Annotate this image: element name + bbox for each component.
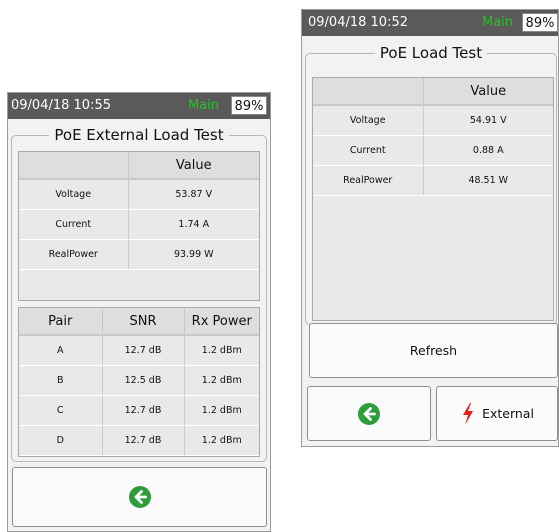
left-device-screen: 09/04/18 10:55 Main 89% PoE External Loa… [7,92,271,532]
rx-power-cell: 1.2 dBm [183,395,259,426]
row-value: 54.91 V [422,105,553,136]
table-header-label [313,78,423,106]
battery-indicator: 89% [522,13,558,32]
arrow-left-circle-icon [128,486,151,508]
table-header-value: Value [127,152,259,180]
rx-power-cell: 1.2 dBm [183,335,259,366]
right-device-screen: 09/04/18 10:52 Main 89% PoE Load Test Va… [301,9,559,447]
measurement-table: Value Voltage 54.91 V Current 0.88 A Rea… [313,78,553,196]
row-label: RealPower [313,165,423,196]
pair-table: Pair SNR Rx Power A 12.7 dB 1.2 dBm B 12… [19,308,259,456]
row-value: 53.87 V [127,179,259,210]
table-row: C 12.7 dB 1.2 dBm [19,395,259,426]
pair-cell: C [19,395,102,426]
page-title: PoE External Load Test [54,126,224,144]
table-row: RealPower 93.99 W [19,239,259,270]
table-header-label [19,152,128,180]
status-mode: Main [188,98,220,113]
table-row: RealPower 48.51 W [313,165,553,196]
lightning-bolt-icon [463,402,474,425]
snr-cell: 12.7 dB [101,425,184,456]
snr-cell: 12.7 dB [101,335,184,366]
status-mode: Main [482,15,514,30]
table-row: Voltage 53.87 V [19,179,259,210]
row-value: 93.99 W [127,239,259,270]
row-label: Current [19,209,128,240]
table-header-rx-power: Rx Power [183,308,259,336]
measurement-table-box: Value Voltage 54.91 V Current 0.88 A Rea… [312,77,554,321]
back-button[interactable] [307,386,431,441]
row-value: 1.74 A [127,209,259,240]
table-row: Voltage 54.91 V [313,105,553,136]
battery-indicator: 89% [231,96,267,115]
rx-power-cell: 1.2 dBm [183,425,259,456]
row-value: 0.88 A [422,135,553,166]
refresh-button[interactable]: Refresh [309,323,558,378]
table-row: A 12.7 dB 1.2 dBm [19,335,259,366]
back-button[interactable] [12,467,267,527]
arrow-left-circle-icon [358,402,380,425]
status-time: 09/04/18 10:52 [308,15,408,30]
row-value: 48.51 W [422,165,553,196]
pair-cell: B [19,365,102,396]
table-row: D 12.7 dB 1.2 dBm [19,425,259,456]
pair-cell: D [19,425,102,456]
pair-table-box: Pair SNR Rx Power A 12.7 dB 1.2 dBm B 12… [18,307,260,457]
table-row: Current 1.74 A [19,209,259,240]
measurement-table: Value Voltage 53.87 V Current 1.74 A Rea… [19,152,259,270]
refresh-label: Refresh [409,343,458,358]
pair-cell: A [19,335,102,366]
row-label: Current [313,135,423,166]
snr-cell: 12.5 dB [101,365,184,396]
table-row: Current 0.88 A [313,135,553,166]
rx-power-cell: 1.2 dBm [183,365,259,396]
status-bar: 09/04/18 10:55 Main 89% [8,93,270,119]
status-time: 09/04/18 10:55 [11,98,111,113]
status-bar: 09/04/18 10:52 Main 89% [302,10,558,36]
table-header-snr: SNR [101,308,184,336]
external-button[interactable]: External [436,386,558,441]
measurement-table-box: Value Voltage 53.87 V Current 1.74 A Rea… [18,151,260,301]
table-header-value: Value [422,78,553,106]
page-title: PoE Load Test [379,44,483,62]
table-row: B 12.5 dB 1.2 dBm [19,365,259,396]
snr-cell: 12.7 dB [101,395,184,426]
row-label: Voltage [313,105,423,136]
table-header-pair: Pair [19,308,102,336]
external-label: External [482,406,534,421]
row-label: RealPower [19,239,128,270]
row-label: Voltage [19,179,128,210]
